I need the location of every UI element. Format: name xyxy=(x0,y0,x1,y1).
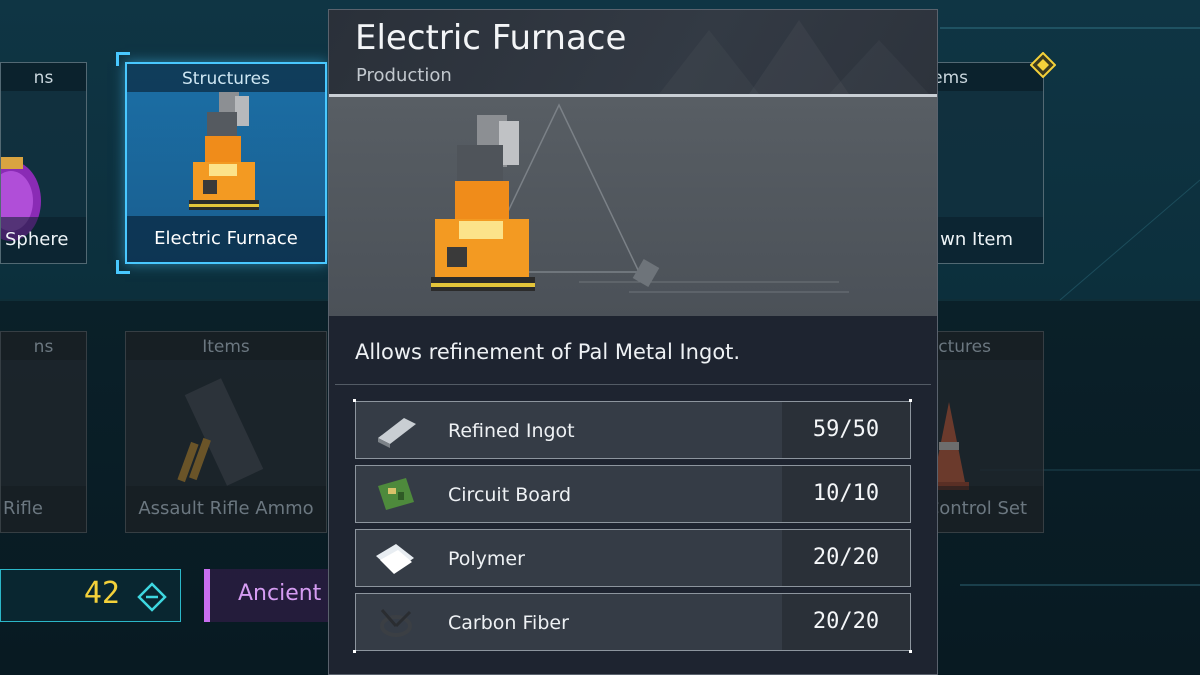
electric-furnace-large-icon xyxy=(431,115,535,291)
polymer-icon xyxy=(376,544,414,574)
list-corner-dot xyxy=(353,399,356,402)
item-card-sphere[interactable]: ns Sphere xyxy=(0,62,87,264)
ancient-technology-points-label: Ancient xyxy=(238,581,322,606)
carbon-fiber-icon xyxy=(380,609,412,637)
electric-furnace-icon xyxy=(189,92,259,210)
artwork-lines xyxy=(477,103,849,293)
material-name: Carbon Fiber xyxy=(448,612,569,634)
card-category: Items xyxy=(126,332,326,360)
popup-artwork xyxy=(329,94,937,316)
material-quantity: 59/50 xyxy=(782,402,910,458)
material-name: Circuit Board xyxy=(448,484,572,506)
card-name: Sphere xyxy=(1,217,86,263)
card-category: ns xyxy=(1,63,86,91)
popup-category: Production xyxy=(356,65,452,86)
popup-description: Allows refinement of Pal Metal Ingot. xyxy=(355,340,741,364)
card-name: Electric Furnace xyxy=(127,216,325,262)
selection-corner-bottom-left xyxy=(116,260,130,274)
material-quantity: 20/20 xyxy=(782,530,910,586)
new-diamond-icon xyxy=(1030,52,1056,78)
material-name: Polymer xyxy=(448,548,525,570)
material-row: Polymer 20/20 xyxy=(355,529,911,587)
card-category: ns xyxy=(1,332,86,360)
list-corner-dot xyxy=(909,650,912,653)
list-corner-dot xyxy=(353,650,356,653)
card-name: Assault Rifle Ammo xyxy=(126,486,326,532)
item-card-assault-rifle-ammo[interactable]: Items Assault Rifle Ammo xyxy=(125,331,327,533)
popup-divider xyxy=(335,384,931,385)
popup-title: Electric Furnace xyxy=(355,18,627,58)
technology-points-panel: 42 xyxy=(0,569,181,622)
refined-ingot-icon xyxy=(378,418,416,448)
item-detail-popup: Electric Furnace Production Allows refin… xyxy=(328,9,938,675)
popup-header: Electric Furnace Production xyxy=(329,10,937,94)
material-row: Refined Ingot 59/50 xyxy=(355,401,911,459)
item-card-electric-furnace[interactable]: Structures Electric Furnace xyxy=(125,62,327,264)
ammo-icon xyxy=(177,378,264,486)
card-name: Rifle xyxy=(1,486,86,532)
card-category: Structures xyxy=(127,64,325,92)
material-row: Carbon Fiber 20/20 xyxy=(355,593,911,651)
selection-corner-top-left xyxy=(116,52,130,66)
material-quantity: 20/20 xyxy=(782,594,910,650)
material-name: Refined Ingot xyxy=(448,420,575,442)
material-row: Circuit Board 10/10 xyxy=(355,465,911,523)
technology-point-icon xyxy=(137,582,167,612)
circuit-board-icon xyxy=(378,478,414,510)
item-card-rifle[interactable]: ns Rifle xyxy=(0,331,87,533)
technology-points-value: 42 xyxy=(83,576,120,611)
material-quantity: 10/10 xyxy=(782,466,910,522)
list-corner-dot xyxy=(909,399,912,402)
